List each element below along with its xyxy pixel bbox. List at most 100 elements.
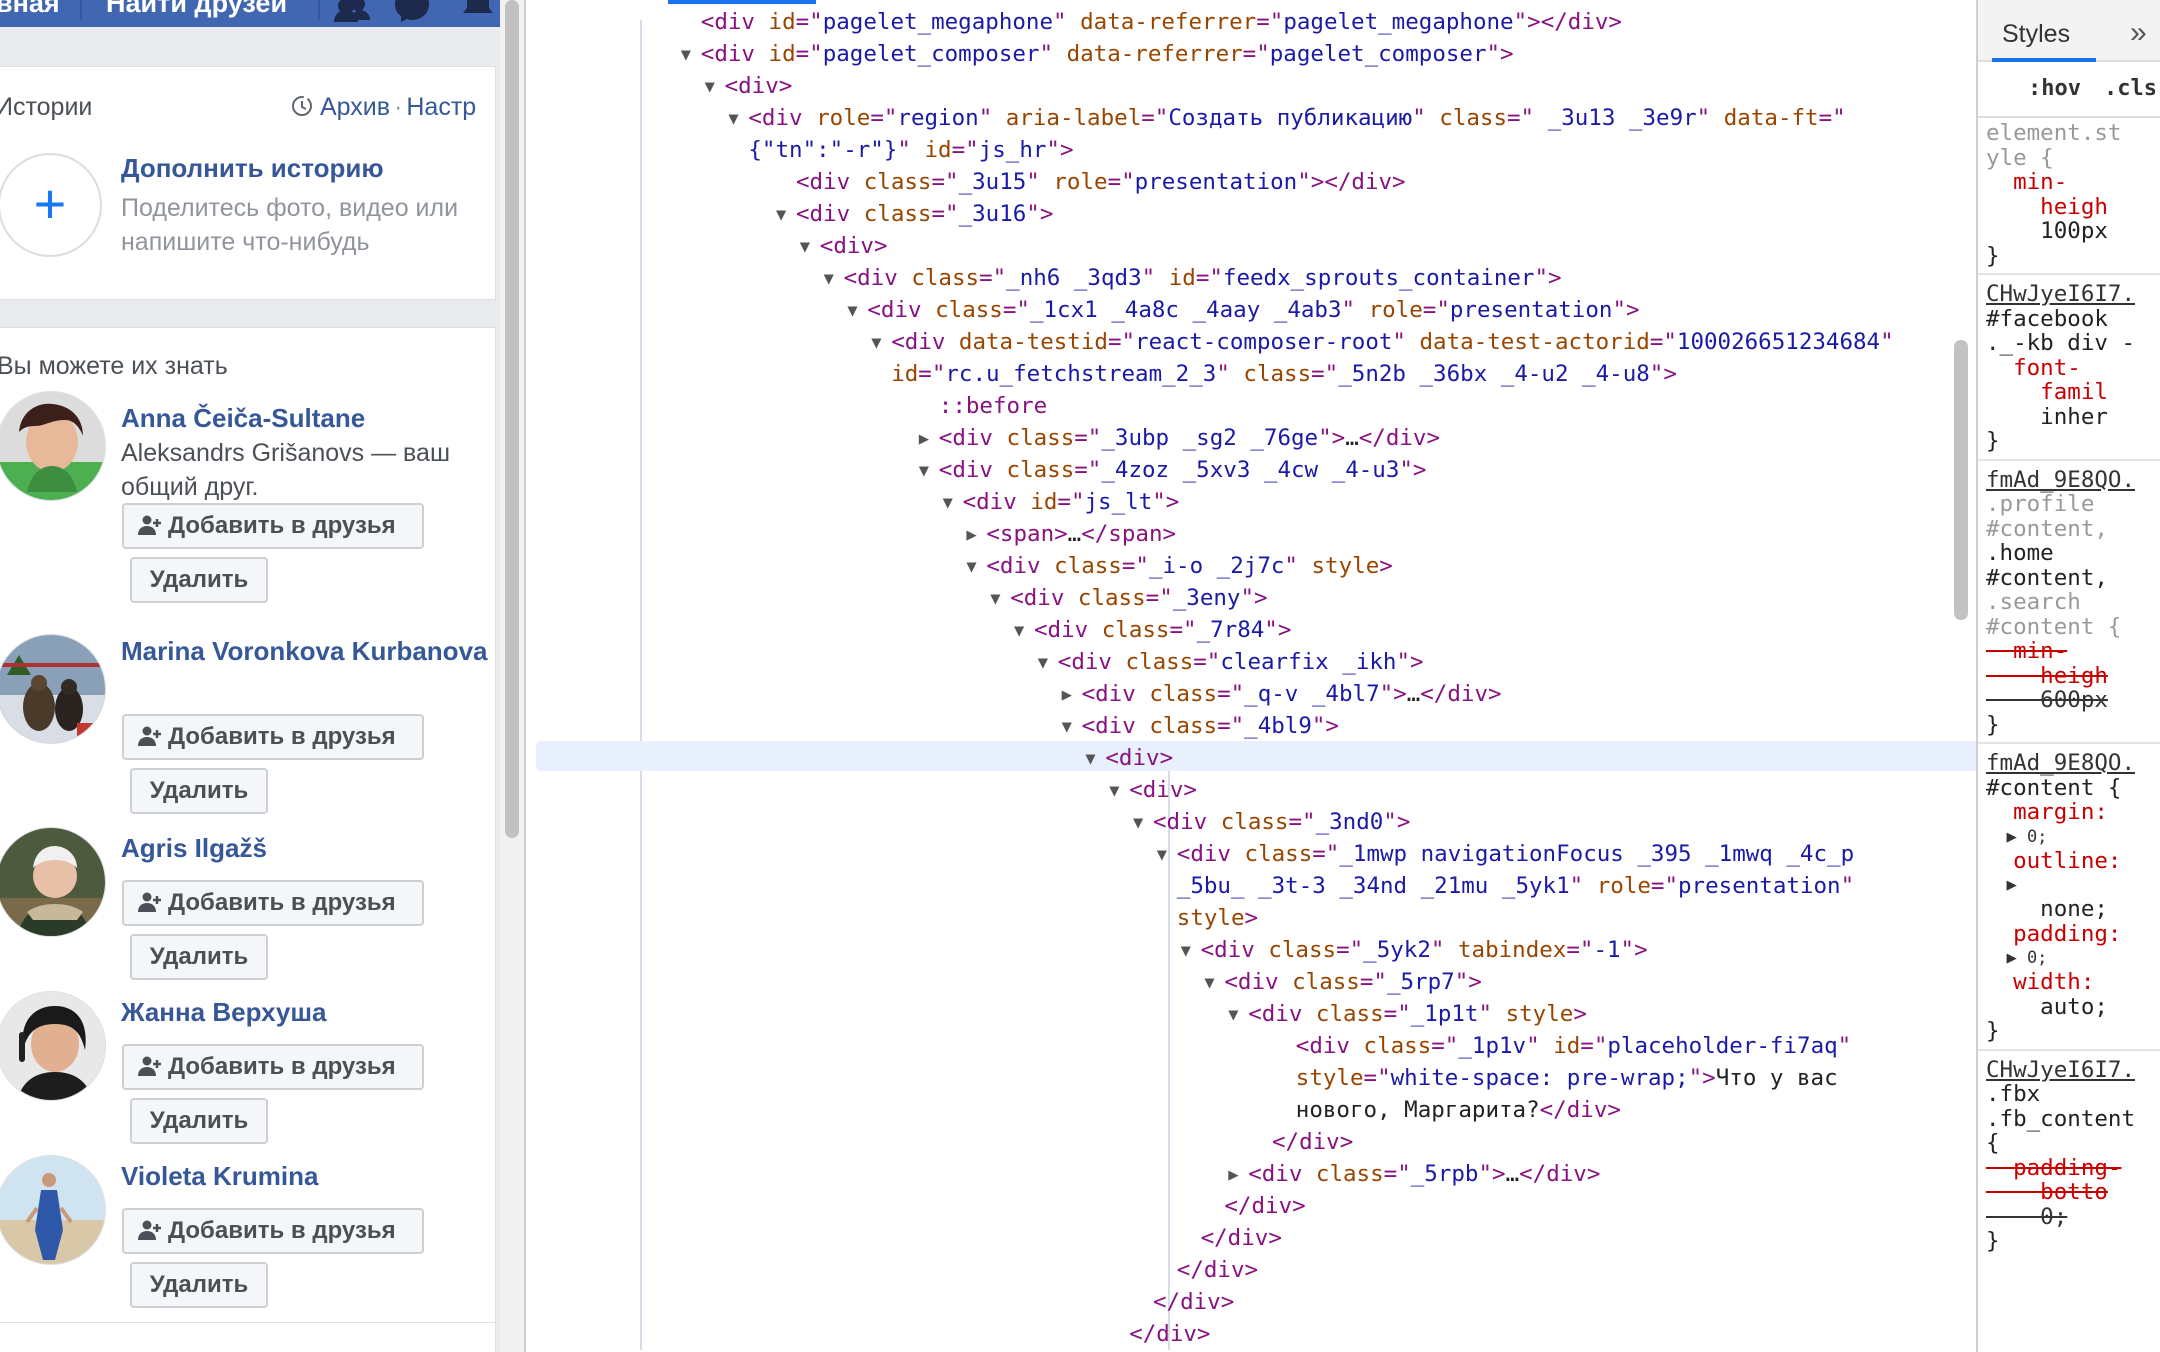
person-name-link[interactable]: Жанна Верхуша [121,995,491,1029]
avatar[interactable] [0,634,106,744]
dom-node-line[interactable]: ▼ <div class="_5yk2" tabindex="-1"> [1181,934,1648,966]
dom-node-line[interactable]: ▼ <div class="_3nd0"> [1133,806,1410,838]
style-rule-line[interactable]: min- [1986,638,2067,664]
collapse-triangle-icon[interactable]: ▼ [966,551,982,583]
dom-node-line[interactable]: ▼ <div class="_3u16"> [776,198,1053,230]
stylesheet-source-link[interactable]: fmAd_9E8QO. [1986,750,2135,776]
expand-triangle-icon[interactable]: ▶ [966,519,982,551]
person-name-link[interactable]: Agris Ilgažš [121,831,491,865]
dom-node-selected[interactable]: ▼ <div> [1085,742,1173,774]
collapse-triangle-icon[interactable]: ▼ [776,199,792,231]
more-tabs-chevron-icon[interactable]: » [2130,16,2147,50]
collapse-triangle-icon[interactable]: ▼ [919,455,935,487]
add-friend-button[interactable]: Добавить в друзья [122,1208,424,1254]
remove-button[interactable]: Удалить [130,1262,268,1308]
add-story-title[interactable]: Дополнить историю [121,153,384,184]
collapse-triangle-icon[interactable]: ▼ [1204,967,1220,999]
collapse-triangle-icon[interactable]: ▼ [1038,647,1054,679]
dom-node-line[interactable]: </div> [1272,1126,1353,1158]
dom-node-line[interactable]: <div class="_1p1v" id="placeholder-fi7aq… [1296,1030,1851,1062]
style-rule-line[interactable]: outline: [1986,848,2121,874]
dom-node-line[interactable]: ▼ <div class="_5rp7"> [1204,966,1481,998]
person-name-link[interactable]: Anna Čeiča-Sultane [121,401,491,435]
dom-node-line[interactable]: ::before [939,390,1047,422]
dom-node-line[interactable]: ▼ <div role="region" aria-label="Создать … [728,102,1845,134]
style-rule-line[interactable]: margin: [1986,799,2108,825]
avatar[interactable] [0,827,106,937]
hover-state-toggle[interactable]: :hov [2028,76,2081,101]
dom-node-line[interactable]: </div> [1224,1190,1305,1222]
collapse-triangle-icon[interactable]: ▼ [681,39,697,71]
collapse-triangle-icon[interactable]: ▼ [1014,615,1030,647]
style-rule-line[interactable]: font- [1986,355,2081,381]
add-friend-button[interactable]: Добавить в друзья [122,714,424,760]
remove-button[interactable]: Удалить [130,1098,268,1144]
dom-node-line[interactable]: style="white-space: pre-wrap;">Что у вас [1296,1062,1838,1094]
messenger-icon[interactable] [392,0,432,22]
dom-node-line[interactable]: </div> [1177,1254,1258,1286]
stylesheet-source-link[interactable]: fmAd_9E8QO. [1986,467,2135,493]
dom-node-line[interactable]: ▼ <div class="_1cx1 _4a8c _4aay _4ab3" ro… [847,294,1639,326]
nav-home-link[interactable]: вная [0,0,60,19]
collapse-triangle-icon[interactable]: ▼ [1181,935,1197,967]
style-rule-line[interactable]: ▶ [1986,872,2016,898]
expand-triangle-icon[interactable]: ▶ [1228,1159,1244,1191]
dom-node-line[interactable]: ▼ <div> [800,230,888,262]
collapse-triangle-icon[interactable]: ▼ [1085,743,1101,775]
tab-styles[interactable]: Styles [2002,20,2070,49]
collapse-triangle-icon[interactable]: ▼ [1157,839,1173,871]
dom-node-line[interactable]: ▶ <div class="_q-v _4bl7">…</div> [1062,678,1502,710]
dom-node-line[interactable]: ▶ <div class="_5rpb">…</div> [1228,1158,1600,1190]
avatar[interactable] [0,991,106,1101]
style-rule-line[interactable]: famil [1986,379,2108,405]
remove-button[interactable]: Удалить [130,768,268,814]
dom-node-line[interactable]: ▶ <div class="_3ubp _sg2 _76ge">…</div> [919,422,1440,454]
add-friend-button[interactable]: Добавить в друзья [122,503,424,549]
style-rule-line[interactable]: botto [1986,1179,2108,1205]
style-rule-line[interactable]: heigh [1986,194,2108,220]
collapse-triangle-icon[interactable]: ▼ [990,583,1006,615]
dom-node-line[interactable]: ▼ <div class="_1mwp navigationFocus _395 … [1157,838,1854,870]
style-rule-line[interactable]: padding: [1986,921,2121,947]
class-toggle[interactable]: .cls [2104,76,2157,101]
style-rule-line[interactable]: ▶ 0; [1986,945,2047,971]
dom-node-line[interactable]: нового, Маргарита?</div> [1296,1094,1621,1126]
page-scrollbar-thumb[interactable] [505,0,519,838]
collapse-triangle-icon[interactable]: ▼ [1228,999,1244,1031]
dom-node-line[interactable]: ▼ <div> [705,70,793,102]
dom-node-line[interactable]: ▼ <div class="_1p1t" style> [1228,998,1587,1030]
dom-node-line[interactable]: </div> [1129,1318,1210,1350]
stories-archive-link[interactable]: Архив [320,93,390,121]
avatar[interactable] [0,1155,106,1265]
stories-settings-link[interactable]: Настр [406,93,476,121]
dom-node-line[interactable]: <div id="pagelet_megaphone" data-referre… [701,6,1622,38]
person-name-link[interactable]: Marina Voronkova Kurbanova [121,634,491,668]
dom-node-line[interactable]: ▼ <div id="js_lt"> [943,486,1180,518]
dom-node-line[interactable]: </div> [1153,1286,1234,1318]
remove-button[interactable]: Удалить [130,557,268,603]
collapse-triangle-icon[interactable]: ▼ [728,103,744,135]
dom-node-line[interactable]: {"tn":"-r"}" id="js_hr"> [748,134,1073,166]
avatar[interactable] [0,391,106,501]
dom-node-line[interactable]: ▼ <div class="_7r84"> [1014,614,1291,646]
add-story-button[interactable]: + [0,153,102,257]
collapse-triangle-icon[interactable]: ▼ [1109,775,1125,807]
friend-requests-icon[interactable] [332,0,372,22]
dom-node-line[interactable]: id="rc.u_fetchstream_2_3" class="_5n2b _… [891,358,1677,390]
dom-node-line[interactable]: ▼ <div class="_4zoz _5xv3 _4cw _4-u3"> [919,454,1427,486]
dom-tree-scrollbar-thumb[interactable] [1954,340,1968,620]
dom-node-line[interactable]: </div> [1201,1222,1282,1254]
dom-node-line[interactable]: ▼ <div> [1109,774,1197,806]
add-friend-button[interactable]: Добавить в друзья [122,1044,424,1090]
stylesheet-source-link[interactable]: CHwJyeI6I7. [1986,281,2135,307]
expand-triangle-icon[interactable]: ▶ [919,423,935,455]
dom-node-line[interactable]: ▼ <div class="_3eny"> [990,582,1267,614]
style-rule-line[interactable]: min- [1986,169,2067,195]
collapse-triangle-icon[interactable]: ▼ [824,263,840,295]
dom-node-line[interactable]: ▼ <div class="_i-o _2j7c" style> [966,550,1392,582]
page-scrollbar[interactable] [500,0,524,1352]
dom-node-line[interactable]: ▶ <span>…</span> [966,518,1176,550]
stylesheet-source-link[interactable]: CHwJyeI6I7. [1986,1057,2135,1083]
style-rule-line[interactable]: width: [1986,969,2094,995]
nav-find-friends-link[interactable]: Найти друзей [106,0,287,19]
